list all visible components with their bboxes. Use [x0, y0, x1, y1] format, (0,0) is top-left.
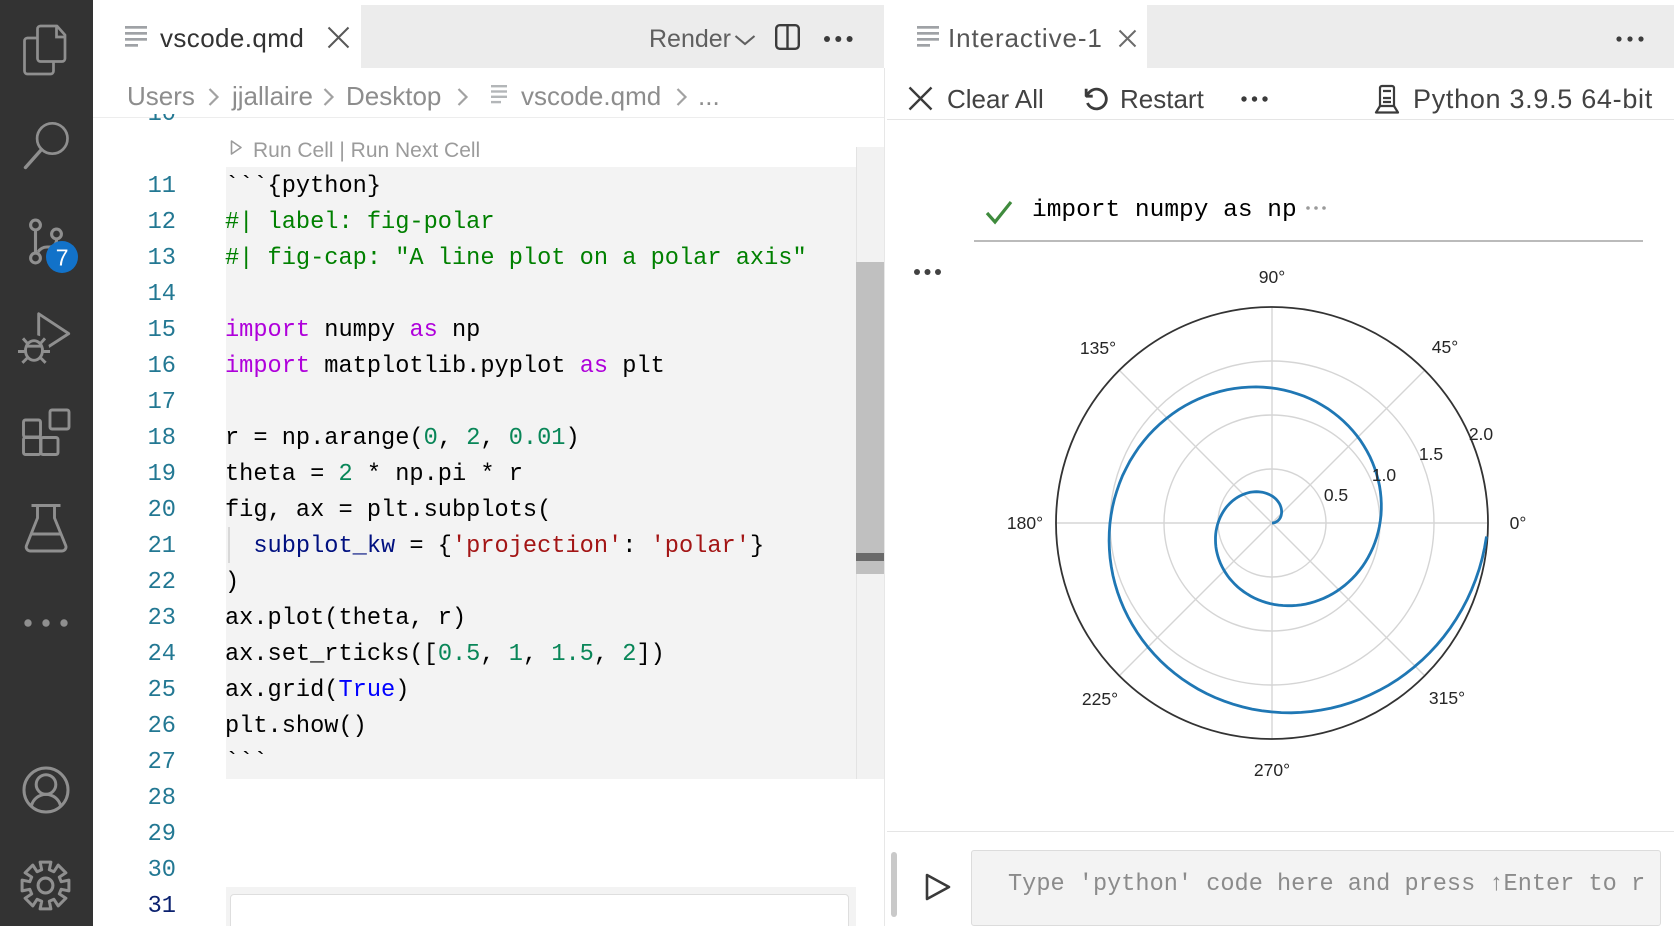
svg-text:0.5: 0.5 — [1324, 485, 1348, 505]
svg-text:135°: 135° — [1080, 338, 1116, 358]
svg-text:2.0: 2.0 — [1469, 424, 1494, 444]
svg-text:0°: 0° — [1510, 513, 1527, 533]
svg-text:180°: 180° — [1007, 513, 1043, 533]
svg-text:1.5: 1.5 — [1419, 444, 1443, 464]
svg-text:315°: 315° — [1429, 688, 1465, 708]
svg-text:270°: 270° — [1254, 760, 1290, 780]
svg-text:90°: 90° — [1259, 267, 1285, 287]
svg-text:7: 7 — [56, 245, 69, 271]
svg-text:45°: 45° — [1432, 337, 1458, 357]
svg-text:225°: 225° — [1082, 689, 1118, 709]
svg-text:1.0: 1.0 — [1372, 465, 1397, 485]
